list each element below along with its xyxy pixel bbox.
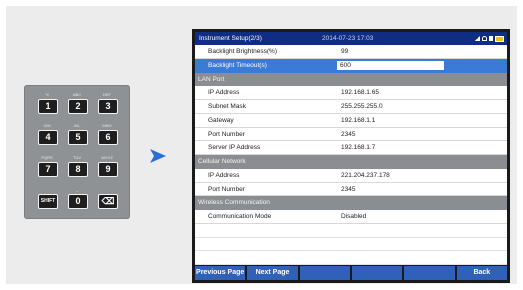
title-bar: Instrument Setup(2/3) 2014-07-23 17:03: [195, 32, 507, 45]
screen-title: Instrument Setup(2/3): [199, 35, 262, 42]
keypad-key[interactable]: 0: [68, 194, 88, 209]
softkey-button[interactable]: Back: [456, 266, 507, 280]
setting-label: Backlight Brightness(%): [208, 48, 277, 55]
setting-label: Port Number: [208, 185, 245, 193]
keypad-key-letters: TUV: [73, 155, 81, 160]
softkey-bar: Previous Page Next Page Back: [195, 266, 507, 280]
setting-row[interactable]: IP Address 192.168.1.65: [195, 86, 507, 100]
setting-value: Disabled: [341, 213, 367, 220]
keypad-key[interactable]: 8: [68, 162, 88, 177]
setting-row[interactable]: Communication Mode Disabled: [195, 210, 507, 224]
setting-label: Communication Mode: [208, 213, 272, 220]
section-title: Cellular Network: [198, 158, 246, 165]
signal-icon: [475, 36, 480, 41]
setting-label: IP Address: [208, 89, 240, 97]
keypad-key-letters: DEF: [103, 92, 111, 97]
keypad-key[interactable]: 4: [38, 130, 58, 145]
section-title: Wireless Communication: [198, 199, 270, 207]
setting-label: Server IP Address: [208, 144, 261, 152]
setting-label: Backlight Timeout(s): [208, 61, 267, 69]
keypad-key[interactable]: 6: [98, 130, 118, 145]
sd-card-icon: [489, 36, 493, 41]
setting-value: 2345: [341, 185, 356, 193]
softkey-button[interactable]: [351, 266, 403, 280]
setting-value: 99: [341, 48, 349, 55]
keypad-key-letters: MNO: [102, 123, 112, 128]
illustration-background: 1 *!/ 2 ABC 3 DEF 4 GHI 5 JKL 6 MNO 7 PQRS 8 TUV 9 WXYZ SH…: [6, 6, 517, 284]
setting-row[interactable]: Subnet Mask 255.255.255.0: [195, 100, 507, 114]
keypad-key[interactable]: 2: [68, 99, 88, 114]
setting-value: 192.168.1.7: [341, 144, 376, 152]
softkey-button[interactable]: [404, 266, 455, 280]
setting-label: Gateway: [208, 116, 234, 124]
setting-row[interactable]: Port Number 2345: [195, 128, 507, 142]
section-header: LAN Port: [195, 72, 507, 87]
keypad-key[interactable]: 9: [98, 162, 118, 177]
keypad-key-letters: ABC: [72, 92, 82, 97]
setting-label: Subnet Mask: [208, 103, 246, 110]
setting-row[interactable]: IP Address 221.204.237.178: [195, 169, 507, 183]
softkey-button[interactable]: Next Page: [247, 266, 298, 280]
keypad-key[interactable]: ⌫: [98, 194, 118, 209]
setting-value: 192.168.1.65: [341, 89, 379, 97]
keypad-key-letters: JKL: [73, 123, 81, 128]
keypad-key-letters: *!/: [45, 92, 49, 97]
arrow-right-icon: [150, 149, 166, 163]
keypad-key[interactable]: 5: [68, 130, 88, 145]
setting-row[interactable]: Gateway 192.168.1.1: [195, 114, 507, 128]
datetime: 2014-07-23 17:03: [322, 35, 374, 42]
setting-value: 255.255.255.0: [341, 103, 383, 110]
numeric-keypad: 1 *!/ 2 ABC 3 DEF 4 GHI 5 JKL 6 MNO 7 PQRS 8 TUV 9 WXYZ SH…: [24, 85, 130, 219]
setting-value: 221.204.237.178: [341, 171, 390, 179]
setting-label: IP Address: [208, 171, 240, 179]
keypad-key[interactable]: 1: [38, 99, 58, 114]
softkey-button[interactable]: Previous Page: [195, 266, 246, 280]
keypad-key-letters: WXYZ: [101, 155, 113, 160]
setting-label: Port Number: [208, 130, 245, 138]
setting-value: 2345: [341, 130, 356, 138]
keypad-key[interactable]: SHIFT: [38, 194, 58, 209]
section-header: Cellular Network: [195, 155, 507, 169]
settings-list: Backlight Brightness(%) 99 Backlight Timeo…: [195, 45, 507, 265]
setting-row[interactable]: Backlight Brightness(%) 99: [195, 45, 507, 59]
setting-row[interactable]: Port Number 2345: [195, 183, 507, 197]
empty-row: [195, 251, 507, 265]
keypad-key-letters: GHI: [43, 123, 51, 128]
keypad-key-letters: PQRS: [41, 155, 53, 160]
keypad-key[interactable]: 7: [38, 162, 58, 177]
battery-icon: [495, 35, 504, 42]
keypad-key-letters: _: [75, 187, 79, 192]
instrument-screen: Instrument Setup(2/3) 2014-07-23 17:03 B…: [192, 29, 510, 283]
status-icons: [475, 32, 504, 45]
setting-row[interactable]: Server IP Address 192.168.1.7: [195, 141, 507, 155]
section-title: LAN Port: [198, 75, 225, 83]
keypad-key[interactable]: 3: [98, 99, 118, 114]
softkey-button[interactable]: [299, 266, 350, 280]
wireless-icon: [482, 36, 487, 41]
empty-row: [195, 224, 507, 238]
setting-value: 192.168.1.1: [341, 116, 376, 124]
setting-row-selected[interactable]: Backlight Timeout(s) 600: [195, 58, 507, 73]
empty-row: [195, 238, 507, 252]
section-header: Wireless Communication: [195, 196, 507, 210]
setting-input[interactable]: 600: [337, 60, 444, 70]
